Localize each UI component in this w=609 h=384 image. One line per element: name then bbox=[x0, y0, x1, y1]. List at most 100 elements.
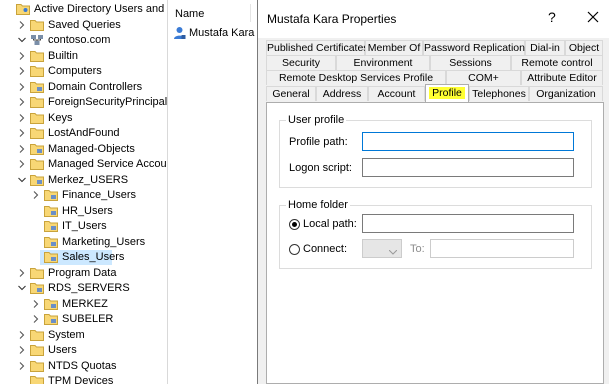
tab-telephones[interactable]: Telephones bbox=[469, 86, 529, 101]
home-folder-group: Home folder Local path: Connect: To: bbox=[279, 199, 592, 269]
tree-item-label: ForeignSecurityPrincipals bbox=[48, 96, 167, 108]
tab-object[interactable]: Object bbox=[565, 40, 603, 55]
ad-console-icon bbox=[16, 3, 30, 15]
results-pane: Name Mustafa Kara bbox=[168, 0, 258, 384]
tab-security[interactable]: Security bbox=[266, 55, 336, 70]
tab-remote-control[interactable]: Remote control bbox=[511, 55, 603, 70]
chevron-right-icon[interactable] bbox=[18, 113, 26, 122]
tab-environment[interactable]: Environment bbox=[336, 55, 430, 70]
connect-radio[interactable] bbox=[289, 244, 300, 255]
tab-address[interactable]: Address bbox=[316, 86, 368, 101]
user-profile-legend: User profile bbox=[286, 114, 347, 126]
ou-icon bbox=[44, 189, 58, 201]
home-folder-legend: Home folder bbox=[286, 199, 350, 211]
chevron-right-icon[interactable] bbox=[18, 361, 26, 370]
chevron-right-icon[interactable] bbox=[18, 20, 26, 29]
tree-item-label: Saved Queries bbox=[48, 18, 121, 31]
connect-label: Connect: bbox=[303, 243, 348, 255]
tree-item-label: contoso.com bbox=[48, 34, 111, 46]
ou-icon bbox=[30, 81, 44, 93]
domain-icon bbox=[30, 34, 44, 46]
tree-item-label: HR_Users bbox=[62, 204, 113, 217]
tab-account[interactable]: Account bbox=[368, 86, 425, 101]
folder-icon bbox=[30, 19, 44, 31]
local-path-radio[interactable] bbox=[289, 219, 300, 230]
chevron-right-icon[interactable] bbox=[18, 129, 26, 137]
help-button[interactable]: ? bbox=[548, 9, 556, 25]
chevron-right-icon[interactable] bbox=[18, 98, 26, 106]
chevron-right-icon[interactable] bbox=[18, 346, 26, 354]
folder-icon bbox=[30, 344, 44, 356]
local-path-label: Local path: bbox=[303, 218, 357, 230]
chevron-right-icon[interactable] bbox=[18, 51, 26, 60]
tab-remote-desktop-services-profile[interactable]: Remote Desktop Services Profile bbox=[266, 70, 446, 85]
tree-item-label: System bbox=[48, 328, 85, 341]
tree-item[interactable]: Sales_Users bbox=[40, 250, 124, 265]
tab-member-of[interactable]: Member Of bbox=[365, 40, 423, 55]
tree-item-label: Program Data bbox=[48, 266, 117, 279]
close-icon[interactable] bbox=[585, 9, 601, 25]
chevron-right-icon[interactable] bbox=[32, 191, 40, 199]
folder-icon bbox=[30, 158, 44, 170]
tree-item-label: Managed Service Accour bbox=[48, 158, 167, 170]
profile-path-input[interactable] bbox=[362, 132, 574, 151]
chevron-down-icon[interactable] bbox=[18, 284, 26, 292]
chevron-right-icon[interactable] bbox=[18, 82, 26, 91]
folder-icon bbox=[30, 96, 44, 108]
chevron-down-icon[interactable] bbox=[18, 36, 26, 44]
tree-item-label: Finance_Users bbox=[62, 189, 136, 201]
tree-item-label: Users bbox=[48, 344, 77, 356]
tab-profile[interactable]: Profile bbox=[425, 84, 469, 102]
tree-item-label: Active Directory Users and Com bbox=[34, 3, 167, 15]
tab-dial-in[interactable]: Dial-in bbox=[525, 40, 565, 55]
chevron-right-icon[interactable] bbox=[18, 67, 26, 75]
tab-attribute-editor[interactable]: Attribute Editor bbox=[521, 70, 603, 85]
chevron-down-icon bbox=[388, 246, 398, 258]
chevron-right-icon[interactable] bbox=[32, 299, 40, 308]
column-header-name[interactable]: Name bbox=[175, 8, 204, 20]
tree-item-label: Keys bbox=[48, 111, 73, 124]
logon-script-label: Logon script: bbox=[289, 162, 352, 174]
ou-icon bbox=[44, 298, 58, 310]
ou-icon bbox=[30, 282, 44, 294]
dialog-titlebar[interactable]: Mustafa Kara Properties ? bbox=[258, 0, 609, 38]
tree-item-label: Sales_Users bbox=[62, 251, 125, 263]
ou-icon bbox=[44, 236, 58, 248]
tree-item-label: Computers bbox=[48, 65, 102, 77]
user-icon bbox=[173, 26, 186, 45]
tree-item-label: Builtin bbox=[48, 49, 78, 62]
tab-published-certificates[interactable]: Published Certificates bbox=[266, 40, 369, 55]
chevron-right-icon[interactable] bbox=[18, 160, 26, 168]
tab-sessions[interactable]: Sessions bbox=[430, 55, 511, 70]
folder-icon bbox=[30, 267, 44, 279]
connect-drive-select[interactable] bbox=[362, 239, 402, 258]
chevron-right-icon[interactable] bbox=[18, 268, 26, 277]
tree-item-label: IT_Users bbox=[62, 220, 107, 232]
chevron-right-icon[interactable] bbox=[32, 315, 40, 323]
folder-icon bbox=[30, 360, 44, 372]
to-path-input[interactable] bbox=[430, 239, 574, 258]
tree-item-label: Merkez_USERS bbox=[48, 173, 129, 186]
tree-item-label: RDS_SERVERS bbox=[48, 282, 130, 294]
tab-password-replication[interactable]: Password Replication bbox=[423, 40, 525, 55]
local-path-input[interactable] bbox=[362, 214, 574, 233]
tab-com-plus[interactable]: COM+ bbox=[446, 70, 521, 85]
tab-organization[interactable]: Organization bbox=[529, 86, 603, 101]
folder-icon bbox=[30, 112, 44, 124]
list-item-label: Mustafa Kara bbox=[189, 27, 255, 39]
column-divider[interactable] bbox=[250, 4, 251, 22]
folder-icon bbox=[30, 375, 44, 384]
tab-general[interactable]: General bbox=[266, 86, 316, 101]
chevron-right-icon[interactable] bbox=[18, 144, 26, 153]
properties-dialog: Mustafa Kara Properties ? Published Cert… bbox=[257, 0, 609, 384]
chevron-right-icon[interactable] bbox=[18, 330, 26, 339]
folder-icon bbox=[30, 127, 44, 139]
tree-item-label: Managed-Objects bbox=[48, 142, 135, 155]
logon-script-input[interactable] bbox=[362, 158, 574, 177]
tree-item-label: SUBELER bbox=[62, 313, 114, 325]
profile-tab-panel: User profile Profile path: Logon script:… bbox=[266, 102, 604, 384]
chevron-down-icon[interactable] bbox=[18, 176, 26, 184]
tree-item-label: NTDS Quotas bbox=[48, 359, 117, 372]
user-profile-group: User profile Profile path: Logon script: bbox=[279, 114, 592, 188]
dialog-title: Mustafa Kara Properties bbox=[267, 12, 397, 26]
